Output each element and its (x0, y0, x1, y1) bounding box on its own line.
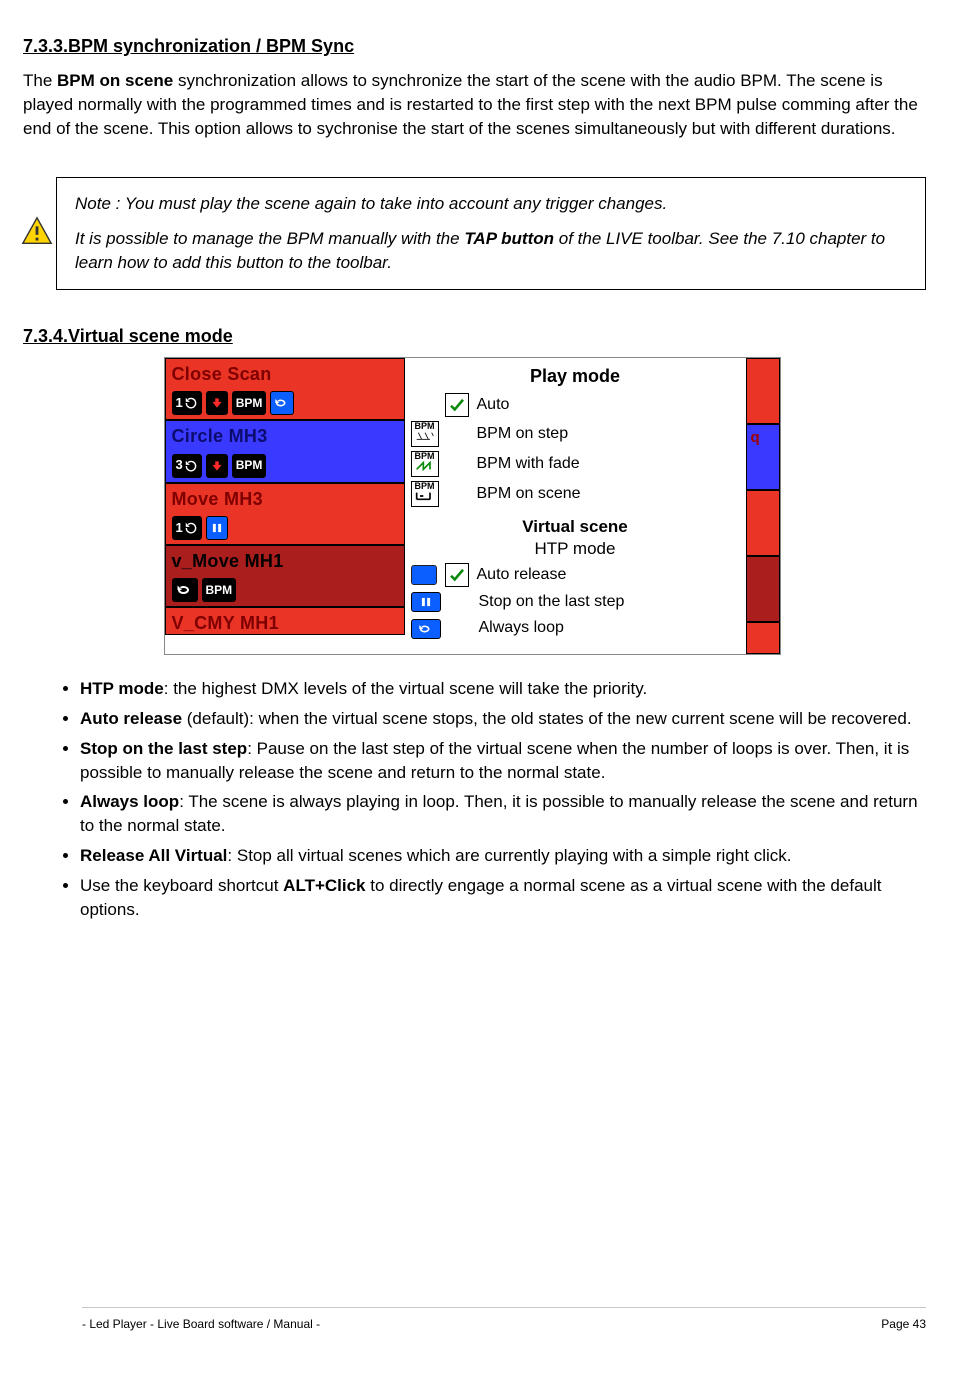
text-bold: Auto release (80, 709, 182, 728)
note-text: Note : You must play the scene again to … (75, 192, 907, 216)
menu-item-bpm-fade[interactable]: BPM BPM with fade (411, 449, 740, 479)
scene-title: Move MH3 (172, 487, 398, 512)
menu-label: Auto release (477, 564, 567, 586)
menu-item-stop-last[interactable]: Stop on the last step (411, 589, 740, 615)
text-bold: TAP button (464, 229, 554, 248)
loop-count-icon: 1 (172, 391, 202, 415)
arrow-down-icon (206, 391, 228, 415)
bpm-icon: BPM (202, 578, 237, 602)
menu-label: Always loop (479, 617, 564, 639)
footer-left: - Led Player - Live Board software / Man… (82, 1316, 320, 1333)
text: : Stop all virtual scenes which are curr… (227, 846, 791, 865)
text-bold: Always loop (80, 792, 179, 811)
menu-label: Stop on the last step (479, 591, 625, 613)
list-item: Release All Virtual: Stop all virtual sc… (80, 844, 926, 868)
divider (82, 1307, 926, 1308)
checkmark-icon (445, 563, 469, 587)
loop-icon (411, 619, 441, 639)
scene-list: Close Scan 1 BPM Circle MH3 3 BPM (165, 358, 405, 654)
arrow-down-icon (206, 454, 228, 478)
menu-label: BPM on step (477, 423, 569, 445)
list-item: HTP mode: the highest DMX levels of the … (80, 677, 926, 701)
text: q (747, 425, 779, 448)
list-item: Auto release (default): when the virtual… (80, 707, 926, 731)
menu-heading: Virtual scene (411, 515, 740, 539)
bpm-scene-icon: BPM (411, 481, 439, 507)
loop-count-icon: 1 (172, 516, 202, 540)
scene-icons: 1 (172, 516, 398, 540)
options-list: HTP mode: the highest DMX levels of the … (24, 677, 926, 921)
scene-button[interactable]: v_Move MH1 BPM (165, 545, 405, 607)
right-tile[interactable] (746, 490, 780, 556)
menu-item-auto-release[interactable]: Auto release (411, 561, 740, 589)
bpm-step-icon: BPM (411, 421, 439, 447)
menu-label: BPM on scene (477, 483, 581, 505)
checkmark-icon (445, 393, 469, 417)
scene-title: V_CMY MH1 (172, 611, 398, 636)
bpm-icon: BPM (232, 454, 267, 478)
page: 7.3.3.BPM synchronization / BPM Sync The… (0, 34, 954, 1385)
screenshot: Close Scan 1 BPM Circle MH3 3 BPM (18, 357, 926, 655)
ui-panel: Close Scan 1 BPM Circle MH3 3 BPM (164, 357, 781, 655)
right-tile[interactable]: q (746, 424, 780, 490)
menu-item-htp[interactable]: HTP mode (411, 537, 740, 561)
text-bold: HTP mode (80, 679, 164, 698)
page-footer: - Led Player - Live Board software / Man… (82, 1307, 926, 1333)
text-bold: BPM on scene (57, 71, 173, 90)
scene-icons: 1 BPM (172, 391, 398, 415)
text: The (23, 71, 57, 90)
warning-icon (18, 215, 56, 249)
menu-item-bpm-scene[interactable]: BPM BPM on scene (411, 479, 740, 509)
stop-square-icon (411, 565, 437, 585)
list-item: Stop on the last step: Pause on the last… (80, 737, 926, 785)
text: Use the keyboard shortcut (80, 876, 283, 895)
loop-icon (172, 578, 198, 602)
text: : The scene is always playing in loop. T… (80, 792, 918, 835)
menu-item-bpm-step[interactable]: BPM BPM on step (411, 419, 740, 449)
scene-title: v_Move MH1 (172, 549, 398, 574)
right-tile[interactable] (746, 622, 780, 654)
scene-title: Close Scan (172, 362, 398, 387)
note-text: It is possible to manage the BPM manuall… (75, 227, 907, 275)
scene-button[interactable]: V_CMY MH1 (165, 607, 405, 635)
text: : the highest DMX levels of the virtual … (164, 679, 647, 698)
loop-play-icon (270, 391, 294, 415)
scene-button[interactable]: Close Scan 1 BPM (165, 358, 405, 420)
note-box: Note : You must play the scene again to … (56, 177, 926, 290)
text: (default): when the virtual scene stops,… (182, 709, 912, 728)
text-bold: ALT+Click (283, 876, 365, 895)
scene-icons: 3 BPM (172, 454, 398, 478)
menu-label: BPM with fade (477, 453, 580, 475)
pause-icon (411, 592, 441, 612)
footer-right: Page 43 (881, 1316, 926, 1333)
scene-button[interactable]: Circle MH3 3 BPM (165, 420, 405, 482)
menu-item-always-loop[interactable]: Always loop (411, 615, 740, 641)
right-tile[interactable] (746, 556, 780, 622)
note: Note : You must play the scene again to … (18, 177, 926, 290)
text: It is possible to manage the BPM manuall… (75, 229, 464, 248)
bpm-fade-icon: BPM (411, 451, 439, 477)
loop-count-icon: 3 (172, 454, 202, 478)
text-bold: Release All Virtual (80, 846, 227, 865)
scene-button[interactable]: Move MH3 1 (165, 483, 405, 545)
right-strip: q (746, 358, 780, 654)
list-item: Use the keyboard shortcut ALT+Click to d… (80, 874, 926, 922)
text-bold: Stop on the last step (80, 739, 247, 758)
bpm-icon: BPM (232, 391, 267, 415)
menu-item-auto[interactable]: Auto (411, 391, 740, 419)
scene-icons: BPM (172, 578, 398, 602)
pause-icon (206, 516, 228, 540)
section-heading: 7.3.3.BPM synchronization / BPM Sync (23, 34, 926, 59)
menu-heading: Play mode (411, 364, 740, 389)
context-menu: Play mode Auto BPM BPM on step BPM (405, 358, 746, 654)
list-item: Always loop: The scene is always playing… (80, 790, 926, 838)
menu-label: Auto (477, 394, 510, 416)
subsection-heading: 7.3.4.Virtual scene mode (23, 324, 926, 349)
scene-title: Circle MH3 (172, 424, 398, 449)
body-text: The BPM on scene synchronization allows … (23, 69, 921, 140)
right-tile[interactable] (746, 358, 780, 424)
